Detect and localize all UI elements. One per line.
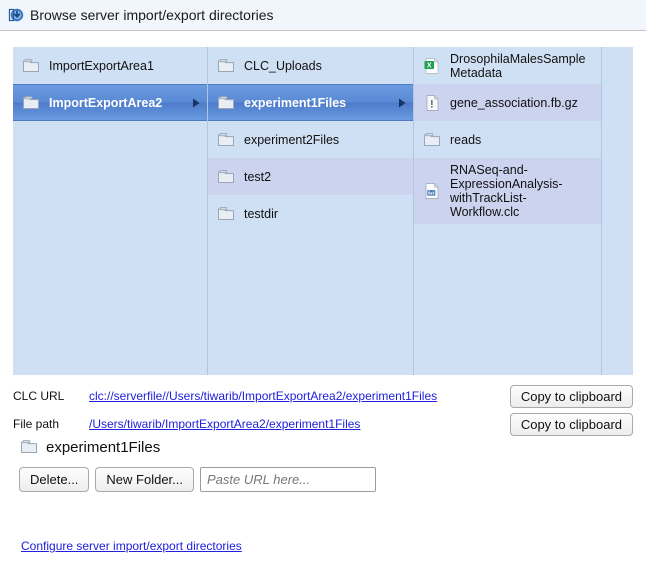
folder-icon (218, 169, 234, 183)
file-row-label: experiment2Files (244, 132, 340, 147)
file-row-label: reads (450, 132, 482, 147)
current-folder-display: experiment1Files (20, 438, 160, 456)
column-areas[interactable]: ImportExportArea1 ImportExportArea2 (13, 47, 208, 375)
clc-url-label: CLC URL (13, 389, 65, 403)
file-row[interactable]: reads (414, 121, 601, 158)
file-row[interactable]: CLC_Uploads (208, 47, 413, 84)
file-row-label: test2 (244, 169, 272, 184)
file-row-label: ImportExportArea2 (49, 95, 163, 110)
file-row[interactable]: RNASeq-and-ExpressionAnalysis-withTrackL… (414, 158, 601, 224)
folder-icon (218, 132, 234, 146)
file-row-label: DrosophilaMalesSampleMetadata (450, 51, 586, 80)
file-path-label: File path (13, 417, 60, 431)
folder-icon (23, 58, 39, 72)
column-empty[interactable] (602, 47, 632, 375)
copy-file-path-button[interactable]: Copy to clipboard (509, 412, 633, 436)
chevron-right-icon (399, 98, 406, 107)
file-row-label: ImportExportArea1 (49, 58, 154, 73)
folder-icon (424, 132, 440, 146)
window-title-bar: Browse server import/export directories (0, 0, 646, 31)
generic-file-icon (426, 94, 439, 111)
chevron-right-icon (193, 98, 200, 107)
folder-icon (218, 95, 234, 109)
file-row-label: RNASeq-and-ExpressionAnalysis-withTrackL… (450, 163, 563, 219)
window-title: Browse server import/export directories (30, 7, 274, 23)
file-row[interactable]: gene_association.fb.gz (414, 84, 601, 121)
file-row-label: CLC_Uploads (244, 58, 322, 73)
import-export-arrow-icon (8, 8, 24, 22)
configure-directories-link[interactable]: Configure server import/export directori… (21, 539, 242, 553)
clc-url-row: CLC URL clc://serverfile//Users/tiwarib/… (13, 382, 633, 410)
file-row[interactable]: experiment2Files (208, 121, 413, 158)
workflow-file-icon (425, 182, 439, 199)
file-row-label: testdir (244, 206, 279, 221)
directory-browser-panel[interactable]: ImportExportArea1 ImportExportArea2 CLC_Up… (13, 47, 633, 375)
delete-button[interactable]: Delete... (19, 467, 90, 492)
folder-icon (21, 440, 37, 453)
file-row[interactable]: X DrosophilaMalesSampleMetadata (414, 47, 601, 84)
file-row-label: experiment1Files (244, 95, 347, 110)
file-path-row: File path /Users/tiwarib/ImportExportAre… (13, 410, 633, 438)
file-row[interactable]: testdir (208, 195, 413, 232)
folder-icon (218, 206, 234, 220)
svg-text:X: X (427, 62, 432, 69)
excel-file-icon: X (424, 57, 439, 74)
clc-url-link[interactable]: clc://serverfile//Users/tiwarib/ImportEx… (89, 389, 510, 403)
column-folders[interactable]: CLC_Uploads experiment1Files experiment2Fi… (208, 47, 414, 375)
new-folder-button[interactable]: New Folder... (95, 467, 195, 492)
file-row[interactable]: test2 (208, 158, 413, 195)
file-row[interactable]: ImportExportArea2 (13, 84, 207, 121)
folder-action-bar: Delete... New Folder... (19, 467, 377, 492)
folder-icon (218, 58, 234, 72)
file-path-link[interactable]: /Users/tiwarib/ImportExportArea2/experim… (89, 417, 510, 431)
folder-icon (23, 95, 39, 109)
file-row[interactable]: experiment1Files (208, 84, 413, 121)
column-files[interactable]: X DrosophilaMalesSampleMetadata gene_assoc… (414, 47, 602, 375)
paste-url-input[interactable] (200, 467, 377, 492)
path-info-section: CLC URL clc://serverfile//Users/tiwarib/… (13, 382, 633, 438)
current-folder-name: experiment1Files (46, 438, 161, 456)
file-row[interactable]: ImportExportArea1 (13, 47, 207, 84)
file-row-label: gene_association.fb.gz (450, 95, 578, 110)
copy-clc-url-button[interactable]: Copy to clipboard (509, 384, 633, 408)
